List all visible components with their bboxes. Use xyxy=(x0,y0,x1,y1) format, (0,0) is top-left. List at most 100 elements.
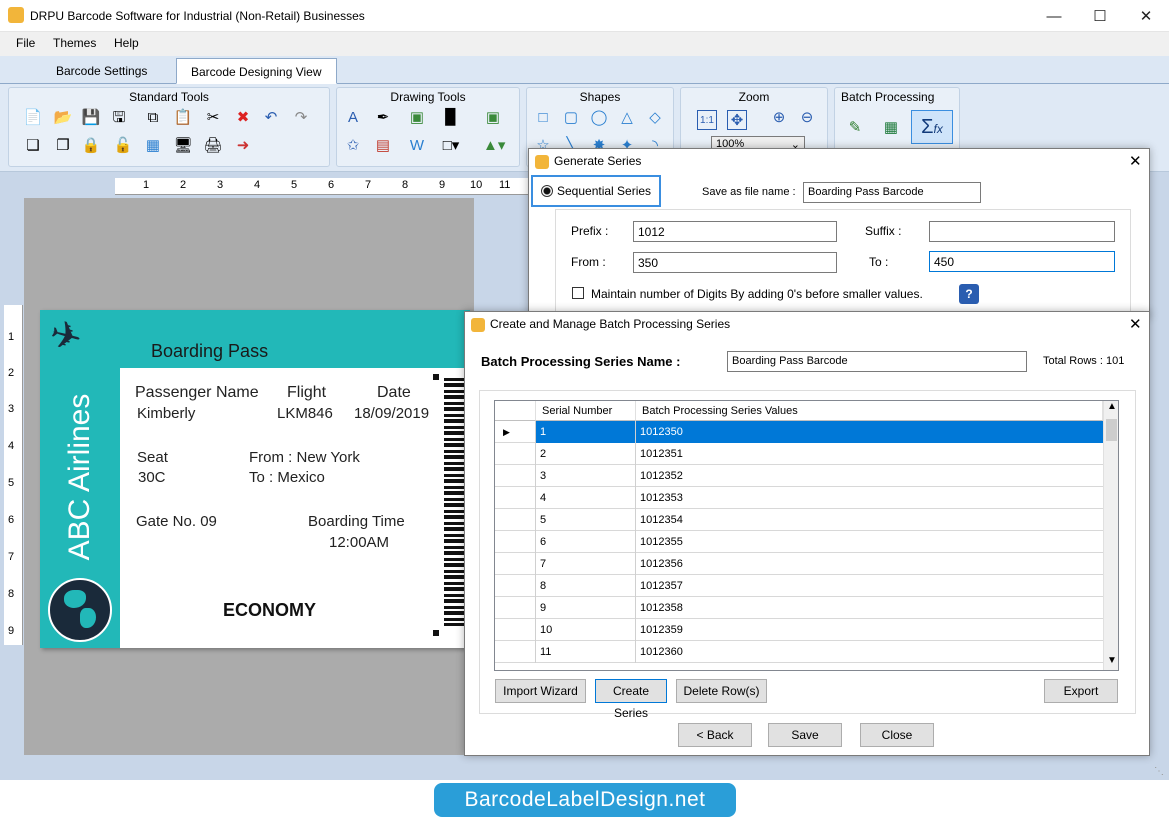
open-icon[interactable]: 📂 xyxy=(53,108,73,128)
lock-icon[interactable]: 🔒 xyxy=(81,136,101,156)
selection-handle[interactable] xyxy=(433,630,439,636)
barcode-icon[interactable]: ▉ xyxy=(441,108,461,128)
table-row[interactable]: 8 1012357 xyxy=(495,575,1103,597)
save-button[interactable]: Save xyxy=(768,723,842,747)
selection-handle[interactable] xyxy=(433,374,439,380)
close-dialog-button[interactable]: Close xyxy=(860,723,934,747)
table-row[interactable]: 5 1012354 xyxy=(495,509,1103,531)
tab-barcode-designing-view[interactable]: Barcode Designing View xyxy=(176,58,337,84)
serial-cell[interactable]: 5 xyxy=(536,509,636,531)
value-cell[interactable]: 1012356 xyxy=(636,553,1103,575)
redo-icon[interactable]: ↷ xyxy=(291,108,311,128)
paste-icon[interactable]: 📋 xyxy=(173,108,193,128)
diamond-icon[interactable]: ◇ xyxy=(645,108,665,128)
ellipse-icon[interactable]: ◯ xyxy=(589,108,609,128)
scroll-down-icon[interactable]: ▼ xyxy=(1107,655,1117,666)
serial-cell[interactable]: 7 xyxy=(536,553,636,575)
value-cell[interactable]: 1012360 xyxy=(636,641,1103,663)
print-icon[interactable]: 🖨 xyxy=(203,136,223,156)
serial-cell[interactable]: 3 xyxy=(536,465,636,487)
column-header-serial[interactable]: Serial Number xyxy=(536,401,636,421)
table-row[interactable]: 3 1012352 xyxy=(495,465,1103,487)
menu-themes[interactable]: Themes xyxy=(53,36,96,50)
table-row[interactable]: 7 1012356 xyxy=(495,553,1103,575)
actual-size-icon[interactable]: 1:1 xyxy=(697,110,717,130)
watermark-icon[interactable]: W xyxy=(407,136,427,156)
value-cell[interactable]: 1012353 xyxy=(636,487,1103,509)
serial-cell[interactable]: 11 xyxy=(536,641,636,663)
bring-front-icon[interactable]: ❏ xyxy=(23,136,43,156)
pen-icon[interactable]: ✒ xyxy=(373,108,393,128)
cut-icon[interactable]: ✂ xyxy=(203,108,223,128)
text-icon[interactable]: A xyxy=(343,108,363,128)
create-series-button[interactable]: Create Series xyxy=(595,679,667,720)
library-icon[interactable]: ▤ xyxy=(373,136,393,156)
prefix-field[interactable]: 1012 xyxy=(633,221,837,242)
excel-icon[interactable]: ▦ xyxy=(881,118,901,138)
value-cell[interactable]: 1012355 xyxy=(636,531,1103,553)
sequential-series-radio[interactable]: Sequential Series xyxy=(531,175,661,207)
serial-cell[interactable]: 6 xyxy=(536,531,636,553)
table-row[interactable]: ▶ 1 1012350 xyxy=(495,421,1103,443)
shape-dropdown-icon[interactable]: □▾ xyxy=(441,136,461,156)
close-button[interactable]: ✕ xyxy=(1123,0,1169,32)
serial-cell[interactable]: 4 xyxy=(536,487,636,509)
undo-icon[interactable]: ↶ xyxy=(261,108,281,128)
zoom-out-icon[interactable]: ⊖ xyxy=(797,108,817,128)
value-cell[interactable]: 1012357 xyxy=(636,575,1103,597)
new-icon[interactable]: 📄 xyxy=(23,108,43,128)
zoom-in-icon[interactable]: ⊕ xyxy=(769,108,789,128)
back-button[interactable]: < Back xyxy=(678,723,752,747)
menu-help[interactable]: Help xyxy=(114,36,139,50)
delete-rows-button[interactable]: Delete Row(s) xyxy=(676,679,767,703)
export-button[interactable]: Export xyxy=(1044,679,1118,703)
value-cell[interactable]: 1012359 xyxy=(636,619,1103,641)
value-cell[interactable]: 1012350 xyxy=(636,421,1103,443)
maintain-digits-checkbox[interactable] xyxy=(572,287,584,299)
column-header-values[interactable]: Batch Processing Series Values xyxy=(636,401,1103,421)
table-row[interactable]: 2 1012351 xyxy=(495,443,1103,465)
scroll-up-icon[interactable]: ▲ xyxy=(1107,401,1117,412)
scroll-thumb[interactable] xyxy=(1106,419,1117,441)
serial-cell[interactable]: 9 xyxy=(536,597,636,619)
rounded-rectangle-icon[interactable]: ▢ xyxy=(561,108,581,128)
save-as-icon[interactable]: 🖫 xyxy=(109,108,129,128)
table-row[interactable]: 4 1012353 xyxy=(495,487,1103,509)
serial-cell[interactable]: 10 xyxy=(536,619,636,641)
dialog-close-button[interactable]: ✕ xyxy=(1129,315,1142,333)
value-cell[interactable]: 1012354 xyxy=(636,509,1103,531)
table-row[interactable]: 11 1012360 xyxy=(495,641,1103,663)
unlock-icon[interactable]: 🔓 xyxy=(113,136,133,156)
picture-icon[interactable]: ▣ xyxy=(483,108,503,128)
series-formula-icon[interactable]: Σfx xyxy=(911,110,953,144)
help-icon[interactable]: ? xyxy=(959,284,979,304)
to-field[interactable]: 450 xyxy=(929,251,1115,272)
tab-barcode-settings[interactable]: Barcode Settings xyxy=(42,58,161,84)
serial-cell[interactable]: 8 xyxy=(536,575,636,597)
series-grid[interactable]: Serial Number Batch Processing Series Va… xyxy=(494,400,1119,671)
import-wizard-button[interactable]: Import Wizard xyxy=(495,679,586,703)
fit-to-window-icon[interactable]: ✥ xyxy=(727,110,747,130)
menu-file[interactable]: File xyxy=(16,36,35,50)
copy-icon[interactable]: ⧉ xyxy=(143,108,163,128)
table-row[interactable]: 9 1012358 xyxy=(495,597,1103,619)
serial-cell[interactable]: 2 xyxy=(536,443,636,465)
table-row[interactable]: 10 1012359 xyxy=(495,619,1103,641)
save-icon[interactable]: 💾 xyxy=(81,108,101,128)
table-row[interactable]: 6 1012355 xyxy=(495,531,1103,553)
triangle-icon[interactable]: △ xyxy=(617,108,637,128)
save-as-field[interactable]: Boarding Pass Barcode xyxy=(803,182,981,203)
value-cell[interactable]: 1012352 xyxy=(636,465,1103,487)
rectangle-icon[interactable]: □ xyxy=(533,108,553,128)
value-cell[interactable]: 1012351 xyxy=(636,443,1103,465)
series-name-field[interactable]: Boarding Pass Barcode xyxy=(727,351,1027,372)
image-dropdown-icon[interactable]: ▲▾ xyxy=(483,136,505,156)
vertical-scrollbar[interactable]: ▲ ▼ xyxy=(1103,401,1118,670)
serial-cell[interactable]: 1 xyxy=(536,421,636,443)
minimize-button[interactable]: — xyxy=(1031,0,1077,32)
dialog-close-button[interactable]: ✕ xyxy=(1129,152,1142,170)
print-preview-icon[interactable]: 🖥 xyxy=(173,136,193,156)
delete-icon[interactable]: ✖ xyxy=(233,108,253,128)
star-icon[interactable]: ✩ xyxy=(343,136,363,156)
value-cell[interactable]: 1012358 xyxy=(636,597,1103,619)
